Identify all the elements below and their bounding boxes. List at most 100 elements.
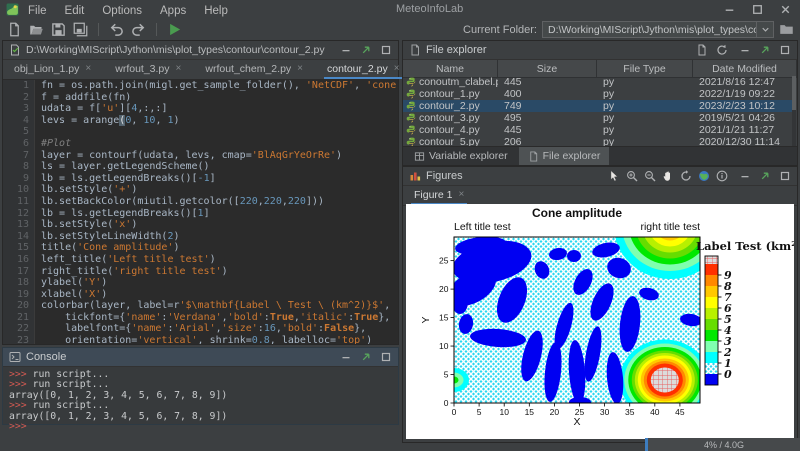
line-number: 23: [3, 335, 35, 344]
pan-hand-icon[interactable]: [662, 170, 674, 182]
file-table-scrollbar[interactable]: [792, 76, 796, 149]
tab-variable-explorer[interactable]: Variable explorer: [405, 147, 517, 165]
info-icon[interactable]: [716, 170, 728, 182]
figure-tabbar: Figure 1×: [403, 186, 797, 206]
open-folder-icon[interactable]: [29, 22, 44, 37]
maximize-icon[interactable]: [779, 170, 791, 182]
editor-tab-obj-lion-1-py[interactable]: obj_Lion_1.py×: [11, 60, 94, 79]
new-file-icon[interactable]: [696, 44, 708, 56]
zoom-in-icon[interactable]: [626, 170, 638, 182]
redo-icon[interactable]: [131, 22, 146, 37]
code-area[interactable]: 1fn = os.path.join(migl.get_sample_folde…: [3, 79, 398, 344]
code-line: 18ylabel('Y'): [3, 277, 398, 289]
editor-tab-contour-2-py[interactable]: contour_2.py×: [324, 60, 403, 79]
menu-apps[interactable]: Apps: [151, 5, 195, 17]
column-header-file-type[interactable]: File Type: [597, 60, 693, 77]
float-icon[interactable]: [360, 351, 372, 363]
table-row[interactable]: contour_4.py445py2021/1/21 11:27: [403, 124, 792, 136]
app-logo-icon: [6, 3, 19, 16]
column-header-name[interactable]: Name: [403, 60, 498, 77]
combo-dropdown-button[interactable]: [756, 22, 773, 37]
run-icon[interactable]: [167, 22, 182, 37]
x-tick-label: 0: [452, 407, 457, 417]
close-icon[interactable]: [779, 3, 792, 16]
float-icon[interactable]: [759, 44, 771, 56]
maximize-icon[interactable]: [380, 351, 392, 363]
file-page-icon: [528, 151, 539, 162]
editor-tab-wrfout-chem-2-py[interactable]: wrfout_chem_2.py×: [202, 60, 306, 79]
x-tick-label: 30: [600, 407, 610, 417]
plot-left-title: Left title test: [454, 221, 511, 233]
maximize-icon[interactable]: [779, 44, 791, 56]
minimize-icon[interactable]: [723, 3, 736, 16]
code-line: 22 labelfont={'name':'Arial','size':16,'…: [3, 323, 398, 335]
globe-icon[interactable]: [698, 170, 710, 182]
tab-file-explorer[interactable]: File explorer: [519, 147, 610, 165]
file-name: contour_1.py: [419, 88, 480, 100]
code-line: 13lb.setStyle('x'): [3, 219, 398, 231]
refresh-icon[interactable]: [716, 44, 728, 56]
column-header-size[interactable]: Size: [498, 60, 597, 77]
y-axis-ticks: 0510152025: [439, 256, 454, 408]
minimize-icon[interactable]: [739, 44, 751, 56]
table-row[interactable]: contour_2.py749py2023/2/23 10:12: [403, 100, 792, 112]
file-name: contour_2.py: [419, 100, 480, 112]
scrollbar-thumb[interactable]: [792, 76, 796, 110]
editor-tab-wrfout-3-py[interactable]: wrfout_3.py×: [112, 60, 184, 79]
python-file-icon: [406, 101, 416, 111]
code-line: 3udata = f['u'][4,:,:]: [3, 103, 398, 115]
code-line: 2f = addfile(fn): [3, 92, 398, 104]
zoom-out-icon[interactable]: [644, 170, 656, 182]
table-row[interactable]: contour_1.py400py2022/1/19 09:22: [403, 88, 792, 100]
close-icon[interactable]: ×: [297, 63, 303, 74]
console-output[interactable]: >>> run script...>>> run script...array(…: [3, 367, 398, 432]
file-modified: 2021/8/16 12:47: [693, 76, 792, 88]
figure-tab-figure-1[interactable]: Figure 1×: [411, 186, 467, 205]
line-number: 7: [3, 150, 35, 162]
line-number: 10: [3, 184, 35, 196]
x-tick-label: 20: [550, 407, 560, 417]
browse-folder-button[interactable]: [779, 22, 794, 37]
file-explorer-icon: [409, 44, 421, 56]
new-file-icon[interactable]: [7, 22, 22, 37]
figure-canvas[interactable]: 051015202530354045 0510152025 9876543210…: [406, 204, 794, 439]
console-prompt: >>>: [9, 379, 27, 390]
line-number: 17: [3, 266, 35, 278]
file-name: contour_3.py: [419, 112, 480, 124]
python-file-icon: [406, 89, 416, 99]
rotate-icon[interactable]: [680, 170, 692, 182]
menu-options[interactable]: Options: [93, 5, 151, 17]
minimize-icon[interactable]: [340, 351, 352, 363]
file-name: conoutm_clabel.py: [419, 76, 498, 88]
column-header-date-modified[interactable]: Date Modified: [693, 60, 797, 77]
table-row[interactable]: contour_3.py495py2019/5/21 04:26: [403, 112, 792, 124]
pointer-icon[interactable]: [608, 170, 620, 182]
code-line: 12lb = ls.getLegendBreaks()[1]: [3, 208, 398, 220]
close-icon[interactable]: ×: [176, 63, 182, 74]
menu-edit[interactable]: Edit: [56, 5, 94, 17]
maximize-icon[interactable]: [380, 44, 392, 56]
close-icon[interactable]: ×: [394, 63, 400, 74]
file-explorer-panel-controls: [739, 44, 791, 56]
table-row[interactable]: conoutm_clabel.py445py2021/8/16 12:47: [403, 76, 792, 88]
save-icon[interactable]: [51, 22, 66, 37]
menu-help[interactable]: Help: [195, 5, 237, 17]
current-folder-combobox[interactable]: D:\Working\MIScript\Jython\mis\plot_type…: [542, 21, 774, 38]
code-line: 21 tickfont={'name':'Verdana','bold':Tru…: [3, 312, 398, 324]
python-file-icon: [406, 113, 416, 123]
file-type: py: [597, 112, 693, 124]
float-icon[interactable]: [759, 170, 771, 182]
file-explorer-titlebar: File explorer: [403, 41, 797, 60]
line-number: 22: [3, 323, 35, 335]
maximize-icon[interactable]: [751, 3, 764, 16]
close-icon[interactable]: ×: [85, 63, 91, 74]
minimize-icon[interactable]: [340, 44, 352, 56]
float-icon[interactable]: [360, 44, 372, 56]
undo-icon[interactable]: [109, 22, 124, 37]
minimize-icon[interactable]: [739, 170, 751, 182]
code-line: 15title('Cone amplitude'): [3, 242, 398, 254]
file-table-rows: conoutm_clabel.py445py2021/8/16 12:47con…: [403, 76, 792, 149]
close-icon[interactable]: ×: [459, 189, 465, 200]
menu-file[interactable]: File: [19, 5, 56, 17]
save-all-icon[interactable]: [73, 22, 88, 37]
